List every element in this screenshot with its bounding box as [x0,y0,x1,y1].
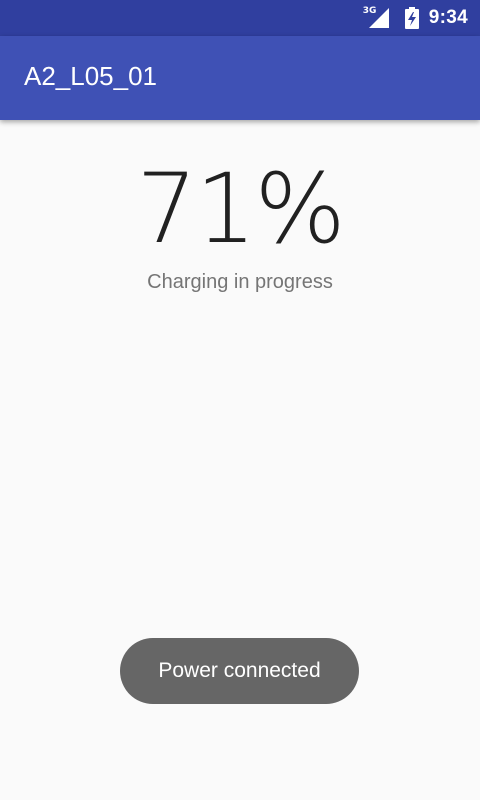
clock-time: 9:34 [428,7,468,28]
network-type-label: 3G [362,6,377,16]
status-icons: 3G 9:34 [362,0,468,36]
battery-charging-icon [404,7,419,29]
signal-indicator: 3G [362,6,391,29]
status-bar: 3G 9:34 [0,0,480,36]
app-bar: A2_L05_01 [0,36,480,120]
battery-percentage: 71% [136,153,345,265]
toast-message: Power connected [158,659,321,682]
app-title: A2_L05_01 [24,61,158,91]
charging-status-text: Charging in progress [147,271,333,293]
toast-notification: Power connected [120,638,359,704]
